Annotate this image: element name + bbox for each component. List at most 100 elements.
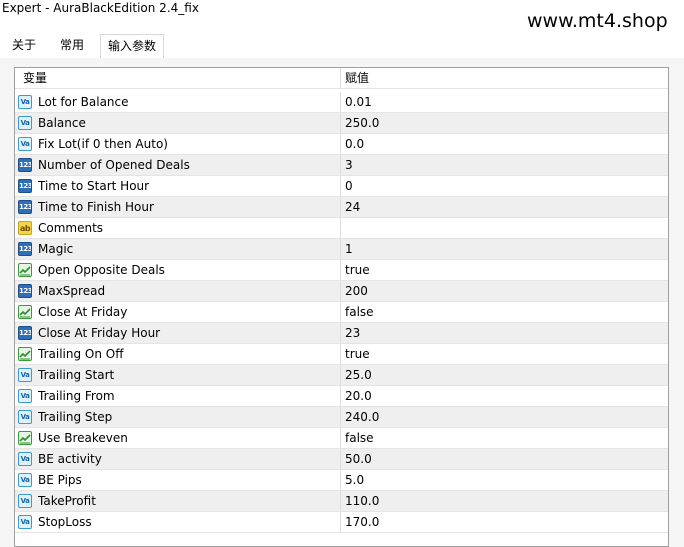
variable-double-icon: Va: [18, 368, 32, 382]
column-header-value[interactable]: 赋值: [345, 68, 369, 88]
parameter-name-cell: 123 MaxSpread: [15, 281, 341, 301]
parameter-name-cell: Va BE Pips: [15, 470, 341, 490]
parameter-row[interactable]: Va Trailing Step 240.0: [15, 407, 668, 428]
parameter-row[interactable]: Open Opposite Deals true: [15, 260, 668, 281]
parameter-name: Trailing From: [38, 389, 115, 403]
parameter-value[interactable]: 5.0: [345, 470, 364, 490]
variable-double-icon: Va: [18, 137, 32, 151]
column-header-name-label: 变量: [23, 71, 48, 85]
parameter-row[interactable]: Va Trailing Start 25.0: [15, 365, 668, 386]
parameter-name: Close At Friday Hour: [38, 326, 161, 340]
parameter-value[interactable]: 200: [345, 281, 368, 301]
grid-header-row: 变量 赋值: [15, 68, 668, 89]
parameter-name: Lot for Balance: [38, 95, 129, 109]
variable-double-icon: Va: [18, 389, 32, 403]
parameter-value[interactable]: 24: [345, 197, 360, 217]
parameter-value[interactable]: 240.0: [345, 407, 379, 427]
watermark-text: www.mt4.shop: [527, 10, 668, 32]
parameter-row[interactable]: Va StopLoss 170.0: [15, 512, 668, 533]
parameter-name: Time to Finish Hour: [38, 200, 154, 214]
parameter-row[interactable]: 123 MaxSpread 200: [15, 281, 668, 302]
parameter-name-cell: Close At Friday: [15, 302, 341, 322]
parameter-value[interactable]: 170.0: [345, 512, 379, 532]
parameter-name-cell: Trailing On Off: [15, 344, 341, 364]
parameter-value[interactable]: 0: [345, 176, 353, 196]
integer-icon: 123: [18, 179, 32, 193]
parameter-value[interactable]: 250.0: [345, 113, 379, 133]
parameter-name: BE activity: [38, 452, 102, 466]
parameter-name-cell: Va Fix Lot(if 0 then Auto): [15, 134, 341, 154]
parameter-row[interactable]: Va Lot for Balance 0.01: [15, 92, 668, 113]
parameter-value[interactable]: 20.0: [345, 386, 372, 406]
parameter-name: Fix Lot(if 0 then Auto): [38, 137, 168, 151]
parameter-name-cell: Va StopLoss: [15, 512, 341, 532]
parameter-name-cell: 123 Number of Opened Deals: [15, 155, 341, 175]
parameter-row[interactable]: 123 Close At Friday Hour 23: [15, 323, 668, 344]
variable-double-icon: Va: [18, 473, 32, 487]
parameter-row[interactable]: 123 Time to Finish Hour 24: [15, 197, 668, 218]
parameter-name-cell: Va TakeProfit: [15, 491, 341, 511]
parameter-row[interactable]: 123 Magic 1: [15, 239, 668, 260]
integer-icon: 123: [18, 200, 32, 214]
parameter-name-cell: Va Trailing From: [15, 386, 341, 406]
parameter-name: TakeProfit: [38, 494, 96, 508]
parameter-value[interactable]: 0.01: [345, 92, 372, 112]
parameter-row[interactable]: ab Comments: [15, 218, 668, 239]
parameter-value[interactable]: true: [345, 344, 370, 364]
parameter-value[interactable]: 23: [345, 323, 360, 343]
parameter-row[interactable]: 123 Time to Start Hour 0: [15, 176, 668, 197]
boolean-icon: [18, 305, 32, 319]
parameter-row[interactable]: Trailing On Off true: [15, 344, 668, 365]
variable-double-icon: Va: [18, 95, 32, 109]
parameter-row[interactable]: 123 Number of Opened Deals 3: [15, 155, 668, 176]
parameter-value[interactable]: 0.0: [345, 134, 364, 154]
parameters-grid[interactable]: 变量 赋值 Va Lot for Balance 0.01 Va Balance 250.…: [14, 67, 669, 547]
parameter-row[interactable]: Va TakeProfit 110.0: [15, 491, 668, 512]
parameter-value[interactable]: 3: [345, 155, 353, 175]
parameter-row[interactable]: Va BE activity 50.0: [15, 449, 668, 470]
parameter-row[interactable]: Va Balance 250.0: [15, 113, 668, 134]
tab-about[interactable]: 关于: [3, 34, 45, 58]
parameter-name-cell: Va BE activity: [15, 449, 341, 469]
parameter-value[interactable]: false: [345, 428, 374, 448]
parameter-name: BE Pips: [38, 473, 82, 487]
parameter-name: Time to Start Hour: [38, 179, 150, 193]
variable-double-icon: Va: [18, 494, 32, 508]
parameter-name-cell: 123 Time to Finish Hour: [15, 197, 341, 217]
integer-icon: 123: [18, 158, 32, 172]
parameter-row[interactable]: Va BE Pips 5.0: [15, 470, 668, 491]
boolean-icon: [18, 263, 32, 277]
parameter-value[interactable]: 1: [345, 239, 353, 259]
integer-icon: 123: [18, 326, 32, 340]
parameter-name: Comments: [38, 221, 104, 235]
tab-input-parameters[interactable]: 输入参数: [100, 34, 164, 59]
parameter-value[interactable]: true: [345, 260, 370, 280]
parameter-row[interactable]: Va Fix Lot(if 0 then Auto) 0.0: [15, 134, 668, 155]
parameter-name: StopLoss: [38, 515, 92, 529]
parameter-value[interactable]: false: [345, 302, 374, 322]
parameter-name: Open Opposite Deals: [38, 263, 165, 277]
parameter-row[interactable]: Va Trailing From 20.0: [15, 386, 668, 407]
parameter-value[interactable]: 50.0: [345, 449, 372, 469]
parameter-value[interactable]: 25.0: [345, 365, 372, 385]
parameter-name-cell: 123 Close At Friday Hour: [15, 323, 341, 343]
parameter-name: Trailing On Off: [38, 347, 124, 361]
parameter-name: Use Breakeven: [38, 431, 128, 445]
parameter-row[interactable]: Use Breakeven false: [15, 428, 668, 449]
parameter-name: Close At Friday: [38, 305, 128, 319]
parameter-name-cell: Va Lot for Balance: [15, 92, 341, 112]
parameter-value[interactable]: 110.0: [345, 491, 379, 511]
parameter-name-cell: 123 Time to Start Hour: [15, 176, 341, 196]
variable-double-icon: Va: [18, 410, 32, 424]
parameter-name-cell: Use Breakeven: [15, 428, 341, 448]
column-header-name[interactable]: 变量: [15, 68, 341, 88]
integer-icon: 123: [18, 284, 32, 298]
parameter-name: Trailing Start: [38, 368, 115, 382]
string-icon: ab: [18, 221, 32, 235]
parameter-name: Trailing Step: [38, 410, 113, 424]
parameter-row[interactable]: Close At Friday false: [15, 302, 668, 323]
parameter-name: Number of Opened Deals: [38, 158, 190, 172]
parameter-name-cell: Va Trailing Step: [15, 407, 341, 427]
tab-common[interactable]: 常用: [49, 34, 95, 58]
tab-bar: 关于 常用 输入参数: [0, 34, 684, 59]
